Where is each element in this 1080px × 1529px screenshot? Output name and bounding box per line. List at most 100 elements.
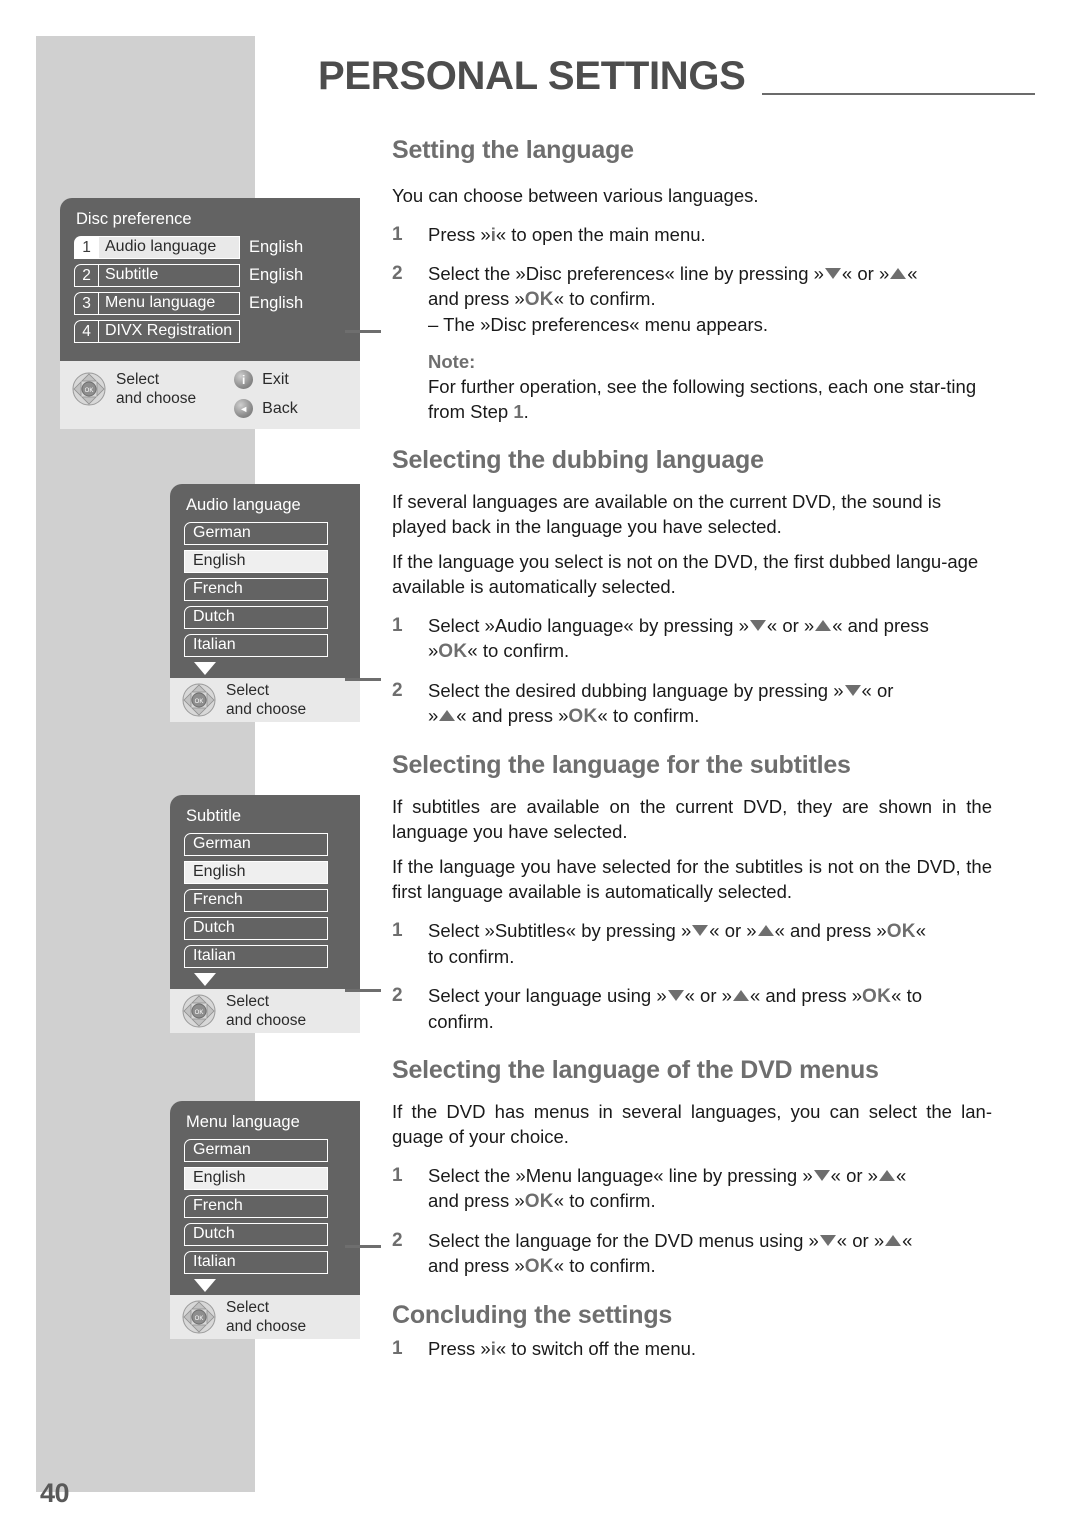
help-choose-label: and choose [116, 390, 197, 407]
note-text-a: For further operation, see the following… [428, 376, 977, 422]
language-item[interactable]: French [184, 889, 328, 912]
arrow-down-icon [749, 620, 766, 631]
step-subnote: – The »Disc preferences« menu appears. [428, 314, 769, 335]
heading-subtitles-language: Selecting the language for the subtitles [392, 751, 851, 779]
menu-row-subtitle[interactable]: 2 Subtitle English [74, 264, 346, 287]
svg-text:OK: OK [195, 1010, 204, 1016]
language-item[interactable]: Italian [184, 634, 328, 657]
language-item-selected[interactable]: English [184, 1167, 328, 1190]
step-text-b: « or » [709, 920, 757, 941]
arrow-up-icon [885, 1235, 902, 1246]
step-text-d: « and press » [456, 705, 569, 726]
back-hint[interactable]: ◄ Back [234, 399, 298, 418]
dpad-icon: OK [182, 1300, 216, 1334]
row-badge: 3 [74, 292, 98, 315]
language-item[interactable]: German [184, 833, 328, 856]
step-text-d: » [428, 640, 439, 661]
connector-line-menu-language [345, 1245, 381, 1248]
language-item[interactable]: Italian [184, 945, 328, 968]
osd-audio-language: Audio language German English French Dut… [170, 484, 360, 722]
osd-help-bar: OK Select and choose [170, 1295, 360, 1339]
language-item[interactable]: Dutch [184, 606, 328, 629]
note-label: Note: [428, 351, 476, 372]
info-glyph: i [241, 372, 246, 387]
exit-label: Exit [262, 370, 289, 388]
osd-subtitle: Subtitle German English French Dutch Ita… [170, 795, 360, 1033]
note-text: For further operation, see the following… [428, 374, 992, 424]
arrow-up-icon [757, 925, 774, 936]
step-number: 1 [392, 1338, 403, 1359]
connector-line-subtitle [345, 989, 381, 992]
dubbing-paragraph-1: If several languages are available on th… [392, 491, 942, 537]
step-number: 1 [392, 1165, 403, 1186]
help-select-label: Select [226, 681, 270, 699]
help-text: Select and choose [116, 370, 196, 408]
scroll-down-icon[interactable] [194, 1279, 216, 1292]
help-choose-label: and choose [226, 1011, 307, 1029]
connector-line-audio-language [345, 678, 381, 681]
step-setting-2: 2 Select the »Disc preferences« line by … [392, 261, 992, 424]
step-text-c: « [902, 1230, 913, 1251]
language-item-selected[interactable]: English [184, 861, 328, 884]
step-text-c: « [907, 263, 918, 284]
language-item[interactable]: Italian [184, 1251, 328, 1274]
scroll-down-icon[interactable] [194, 662, 216, 675]
arrow-up-icon [732, 990, 749, 1001]
step-text-d: « [915, 920, 927, 941]
content-column: Setting the language You can choose betw… [392, 136, 992, 1361]
arrow-down-icon [692, 925, 709, 936]
osd-screen: Menu language German English French Dutc… [170, 1101, 360, 1295]
arrow-up-icon [815, 620, 832, 631]
row-label: Menu language [98, 292, 240, 315]
step-text: Select the »Menu language« line by press… [428, 1163, 992, 1214]
ok-key: OK [886, 921, 916, 942]
step-number: 2 [392, 680, 403, 701]
dpad-icon: OK [182, 683, 216, 717]
step-text-a: Select »Audio language« by pressing » [428, 615, 749, 636]
step-text: Select the »Disc preferences« line by pr… [428, 261, 992, 424]
dubbing-paragraph-2: If the language you select is not on the… [392, 551, 979, 597]
dvd-menus-paragraph-1: If the DVD has menus in several language… [392, 1101, 992, 1147]
step-number: 2 [392, 985, 403, 1006]
menu-row-divx-registration[interactable]: 4 DIVX Registration [74, 320, 346, 343]
step-dubbing-2: 2 Select the desired dubbing language by… [392, 678, 992, 729]
arrow-up-icon [890, 268, 907, 279]
language-item[interactable]: German [184, 1139, 328, 1162]
step-text-a: Select the desired dubbing language by p… [428, 680, 844, 701]
step-text-a: Press » [428, 1338, 491, 1359]
menu-row-menu-language[interactable]: 3 Menu language English [74, 292, 346, 315]
row-value: English [249, 238, 304, 256]
language-item[interactable]: Dutch [184, 1223, 328, 1246]
step-text-line2: confirm. [428, 1011, 494, 1032]
step-text-line2: » « and press »OK« to confirm. [428, 703, 992, 729]
language-item[interactable]: Dutch [184, 917, 328, 940]
ok-key: OK [862, 986, 892, 1007]
row-label: DIVX Registration [98, 320, 240, 343]
subtitles-paragraph-2: If the language you have selected for th… [392, 856, 992, 902]
menu-row-audio-language[interactable]: 1 Audio language English [74, 236, 346, 259]
ok-key: OK [438, 641, 468, 662]
step-text-line2: and press »OK« to confirm. [428, 1188, 992, 1214]
scroll-down-icon[interactable] [194, 973, 216, 986]
step-subtitles-1: 1 Select »Subtitles« by pressing » « or »… [392, 918, 992, 969]
dpad-icon: OK [72, 372, 106, 406]
step-text: Select your language using » « or » « and … [428, 983, 992, 1034]
heading-concluding-settings: Concluding the settings [392, 1301, 673, 1329]
step-dubbing-1: 1 Select »Audio language« by pressing » «… [392, 613, 992, 664]
step-text-e: « to confirm. [553, 1190, 656, 1211]
step-text-c: « and press » [774, 920, 887, 941]
step-text-c: « and press » [749, 985, 863, 1006]
language-item[interactable]: French [184, 1195, 328, 1218]
step-setting-1: 1 Press »i« to open the main menu. [392, 222, 992, 247]
language-item[interactable]: German [184, 522, 328, 545]
step-text-a: Select the »Menu language« line by press… [428, 1165, 813, 1186]
step-text-d: and press » [428, 1190, 525, 1211]
exit-hint[interactable]: i Exit [234, 370, 298, 389]
arrow-down-icon [819, 1235, 836, 1246]
row-value: English [249, 266, 304, 284]
step-text-e: « to confirm. [597, 705, 700, 726]
language-item[interactable]: French [184, 578, 328, 601]
language-item-selected[interactable]: English [184, 550, 328, 573]
step-text-b: « or » [836, 1230, 885, 1251]
help-text: Select and choose [226, 992, 306, 1030]
